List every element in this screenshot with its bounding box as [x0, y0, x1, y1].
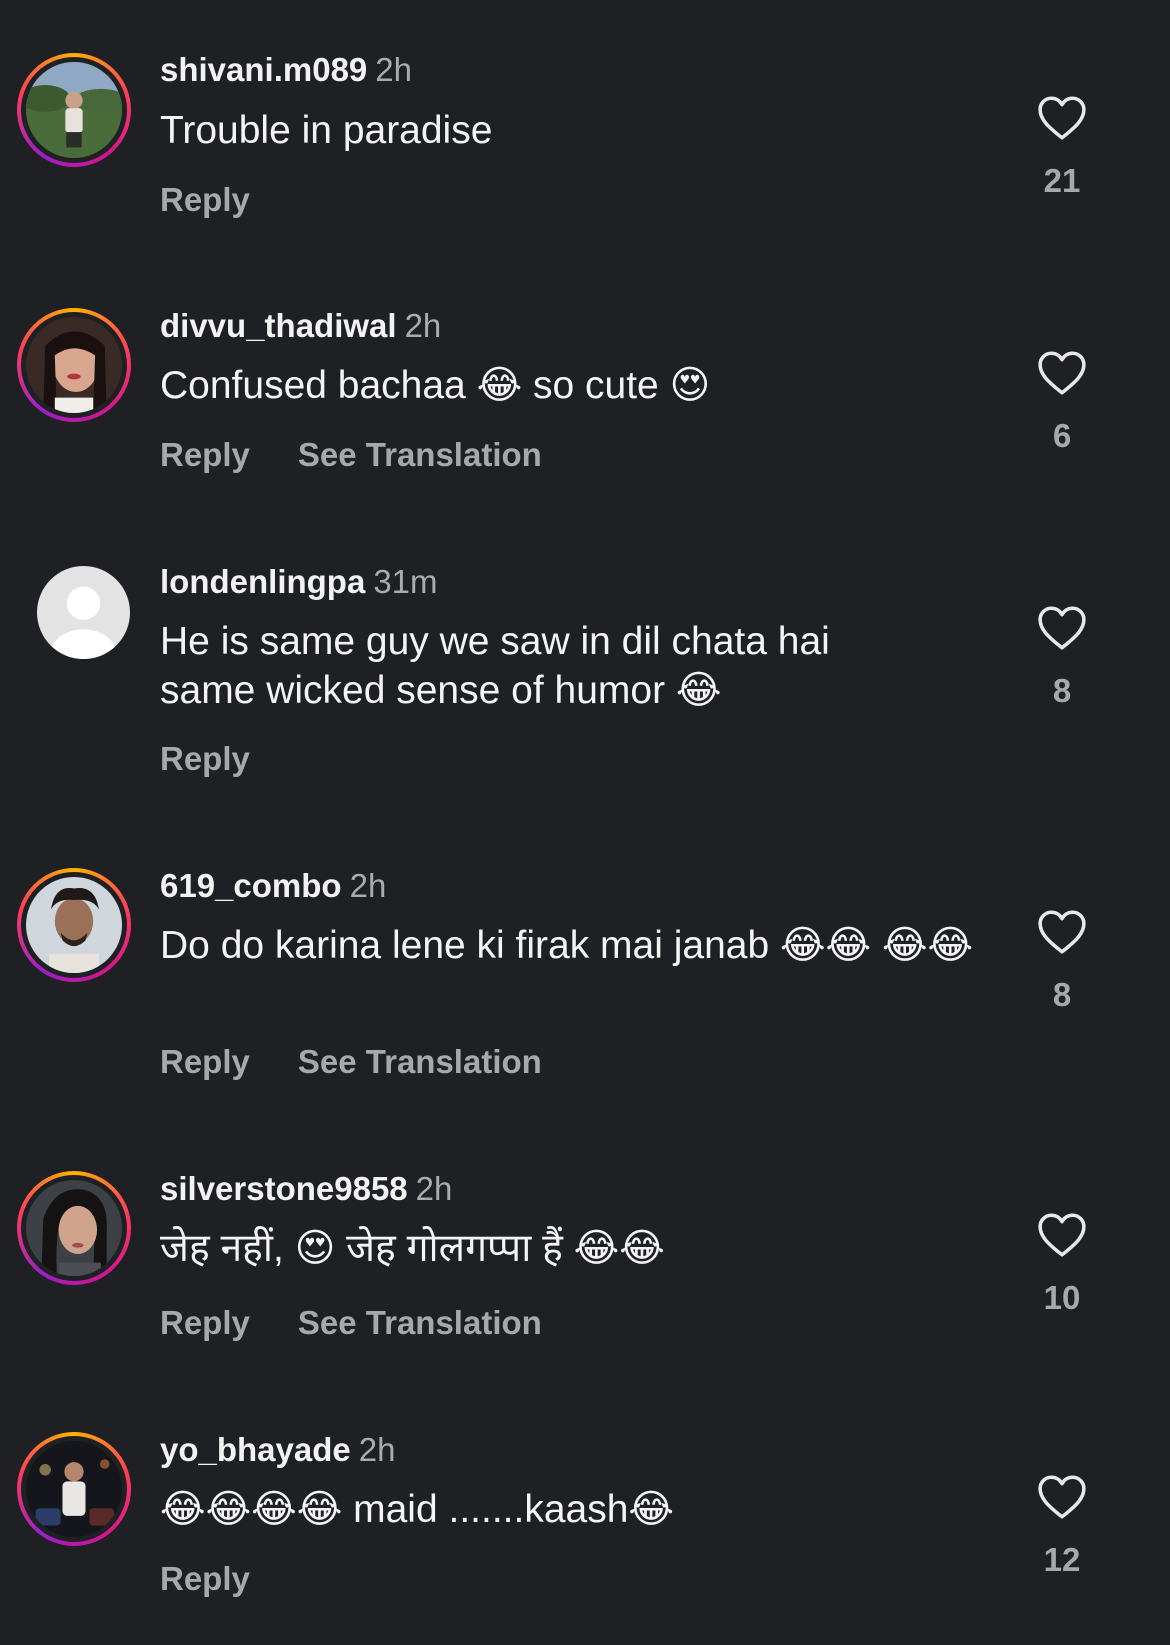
comment-actions: Reply See Translation [160, 1303, 542, 1343]
comment-actions: Reply [160, 180, 250, 220]
comment-text: He is same guy we saw in dil chata hai s… [160, 620, 830, 712]
comment-header: 619_combo 2h [160, 866, 386, 906]
username[interactable]: divvu_thadiwal [160, 307, 397, 344]
comment-text: Do do karina lene ki firak mai janab 😂😂 … [160, 924, 974, 967]
reply-button[interactable]: Reply [160, 435, 250, 475]
like-block: 10 [1012, 1212, 1112, 1318]
reply-button[interactable]: Reply [160, 739, 250, 779]
default-avatar[interactable] [37, 566, 130, 659]
comment-actions: Reply [160, 1559, 250, 1599]
username[interactable]: silverstone9858 [160, 1170, 408, 1207]
heart-outline-icon[interactable] [1037, 1212, 1087, 1258]
comment-text: Trouble in paradise [160, 109, 493, 152]
avatar-photo-icon [26, 1441, 122, 1537]
comment-header: yo_bhayade 2h [160, 1430, 395, 1470]
like-block: 21 [1012, 95, 1112, 201]
heart-outline-icon[interactable] [1037, 350, 1087, 396]
see-translation-button[interactable]: See Translation [298, 1042, 542, 1082]
comment-header: silverstone9858 2h [160, 1169, 452, 1209]
reply-button[interactable]: Reply [160, 180, 250, 220]
comment-header: divvu_thadiwal 2h [160, 306, 441, 346]
timestamp: 31m [373, 563, 438, 600]
timestamp: 2h [404, 307, 442, 344]
like-block: 6 [1012, 350, 1112, 456]
reply-button[interactable]: Reply [160, 1303, 250, 1343]
user-avatar[interactable] [17, 868, 131, 982]
see-translation-button[interactable]: See Translation [298, 1303, 542, 1343]
comment-text: Confused bachaa 😂 so cute 😍 [160, 364, 711, 407]
default-avatar-icon [50, 586, 117, 659]
comment-header: londenlingpa 31m [160, 562, 438, 602]
heart-outline-icon[interactable] [1037, 605, 1087, 651]
comment-header: shivani.m089 2h [160, 50, 412, 90]
user-avatar[interactable] [17, 1432, 131, 1546]
comment-actions: Reply See Translation [160, 435, 542, 475]
timestamp: 2h [358, 1431, 396, 1468]
username[interactable]: yo_bhayade [160, 1431, 351, 1468]
comment-text: जेह नहीं, 😍 जेह गोलगप्पा हैं 😂😂 [160, 1227, 665, 1270]
avatar-photo-icon [26, 877, 122, 973]
reply-button[interactable]: Reply [160, 1559, 250, 1599]
comment-text: 😂😂😂😂 maid .......kaash😂 [160, 1488, 674, 1531]
heart-outline-icon[interactable] [1037, 95, 1087, 141]
like-count: 8 [1052, 976, 1072, 1013]
username[interactable]: 619_combo [160, 867, 342, 904]
timestamp: 2h [349, 867, 387, 904]
see-translation-button[interactable]: See Translation [298, 435, 542, 475]
avatar-photo-icon [26, 317, 122, 413]
reply-button[interactable]: Reply [160, 1042, 250, 1082]
like-count: 21 [1043, 162, 1081, 199]
user-avatar[interactable] [17, 1171, 131, 1285]
avatar-photo-icon [26, 62, 122, 158]
like-count: 8 [1052, 672, 1072, 709]
timestamp: 2h [415, 1170, 453, 1207]
timestamp: 2h [375, 51, 412, 88]
user-avatar[interactable] [17, 53, 131, 167]
comment-actions: Reply See Translation [160, 1042, 542, 1082]
like-block: 12 [1012, 1474, 1112, 1580]
like-block: 8 [1012, 605, 1112, 711]
like-count: 6 [1052, 417, 1072, 454]
avatar-photo-icon [26, 1180, 122, 1276]
username[interactable]: shivani.m089 [160, 51, 367, 88]
like-block: 8 [1012, 909, 1112, 1015]
like-count: 10 [1043, 1279, 1081, 1316]
comment-actions: Reply [160, 739, 250, 779]
username[interactable]: londenlingpa [160, 563, 365, 600]
like-count: 12 [1043, 1541, 1081, 1578]
heart-outline-icon[interactable] [1037, 1474, 1087, 1520]
user-avatar[interactable] [17, 308, 131, 422]
heart-outline-icon[interactable] [1037, 909, 1087, 955]
